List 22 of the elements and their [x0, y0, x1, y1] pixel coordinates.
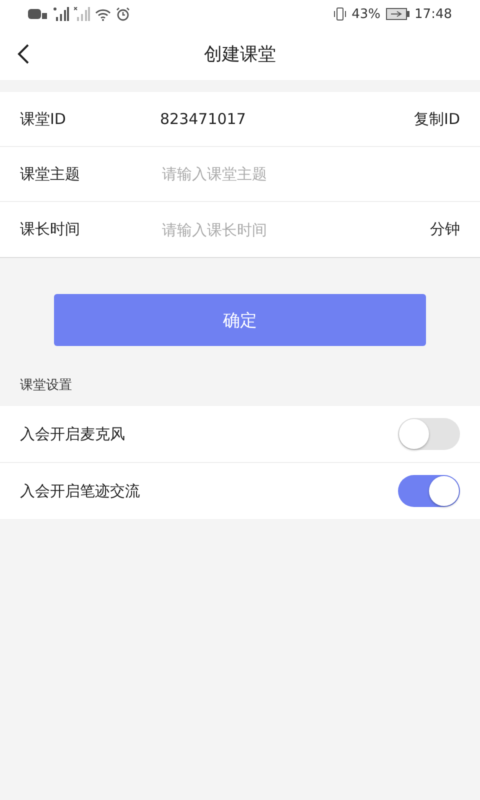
- clock-time: 17:48: [414, 6, 452, 22]
- battery-percent: 43%: [352, 6, 381, 22]
- toggle-switch[interactable]: [398, 418, 460, 450]
- field-label: 课堂主题: [20, 164, 81, 184]
- wifi-icon: [95, 8, 111, 20]
- topic-input[interactable]: 请输入课堂主题: [160, 164, 460, 184]
- setting-label: 入会开启笔迹交流: [20, 482, 140, 500]
- battery-icon: [386, 8, 410, 20]
- alarm-icon: [116, 7, 130, 21]
- setting-label: 入会开启麦克风: [20, 424, 125, 444]
- signal-icon: [74, 7, 90, 21]
- section-title: 课堂设置: [19, 377, 73, 395]
- signal-icon: [53, 7, 69, 21]
- duration-input[interactable]: 请输入课长时间: [160, 220, 430, 240]
- unit-label: 分钟: [430, 220, 460, 239]
- vibrate-icon: [332, 7, 347, 21]
- toggle-switch[interactable]: [398, 475, 460, 507]
- class-id-value: 823471017: [160, 110, 247, 128]
- field-label: 课堂ID: [20, 110, 67, 128]
- field-label: 课长时间: [20, 220, 81, 239]
- copy-id-link[interactable]: 复制ID: [414, 110, 460, 128]
- page-title: 创建课堂: [204, 43, 276, 66]
